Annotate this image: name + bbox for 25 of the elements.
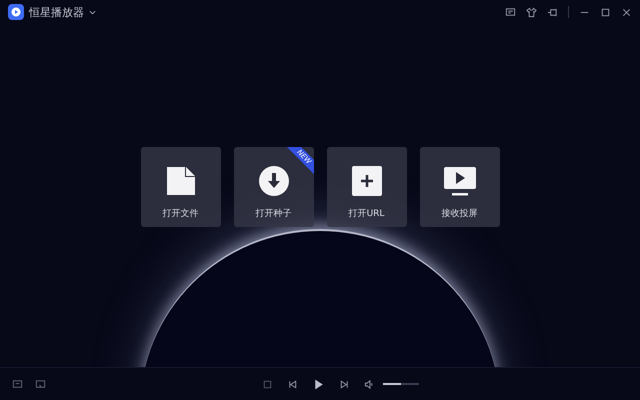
window-title: 恒星播放器: [29, 4, 84, 20]
chevron-down-icon[interactable]: [89, 10, 96, 14]
monitor-play-icon: [444, 165, 476, 197]
message-icon[interactable]: [505, 6, 516, 18]
stop-icon[interactable]: [262, 378, 272, 390]
card-label: 接收投屏: [442, 208, 478, 220]
shirt-icon[interactable]: [526, 6, 537, 18]
action-card[interactable]: 打开文件: [140, 147, 220, 227]
pin-icon[interactable]: [547, 6, 558, 18]
card-label: 打开文件: [162, 208, 198, 220]
card-label: 打开URL: [348, 208, 384, 220]
next-icon[interactable]: [338, 378, 350, 390]
action-card[interactable]: 接收投屏: [420, 147, 500, 227]
close-icon[interactable]: [621, 6, 632, 18]
app-logo-icon: [8, 4, 24, 20]
subtitle-icon[interactable]: [12, 378, 23, 390]
download-icon: [258, 165, 290, 197]
screen-cast-icon[interactable]: [35, 378, 46, 390]
volume-icon[interactable]: [364, 378, 374, 390]
file-icon: [164, 165, 196, 197]
maximize-icon[interactable]: [600, 6, 611, 18]
previous-icon[interactable]: [286, 378, 298, 390]
plus-icon: [350, 165, 382, 197]
card-label: 打开种子: [256, 208, 292, 220]
action-card[interactable]: 打开URL: [326, 147, 406, 227]
